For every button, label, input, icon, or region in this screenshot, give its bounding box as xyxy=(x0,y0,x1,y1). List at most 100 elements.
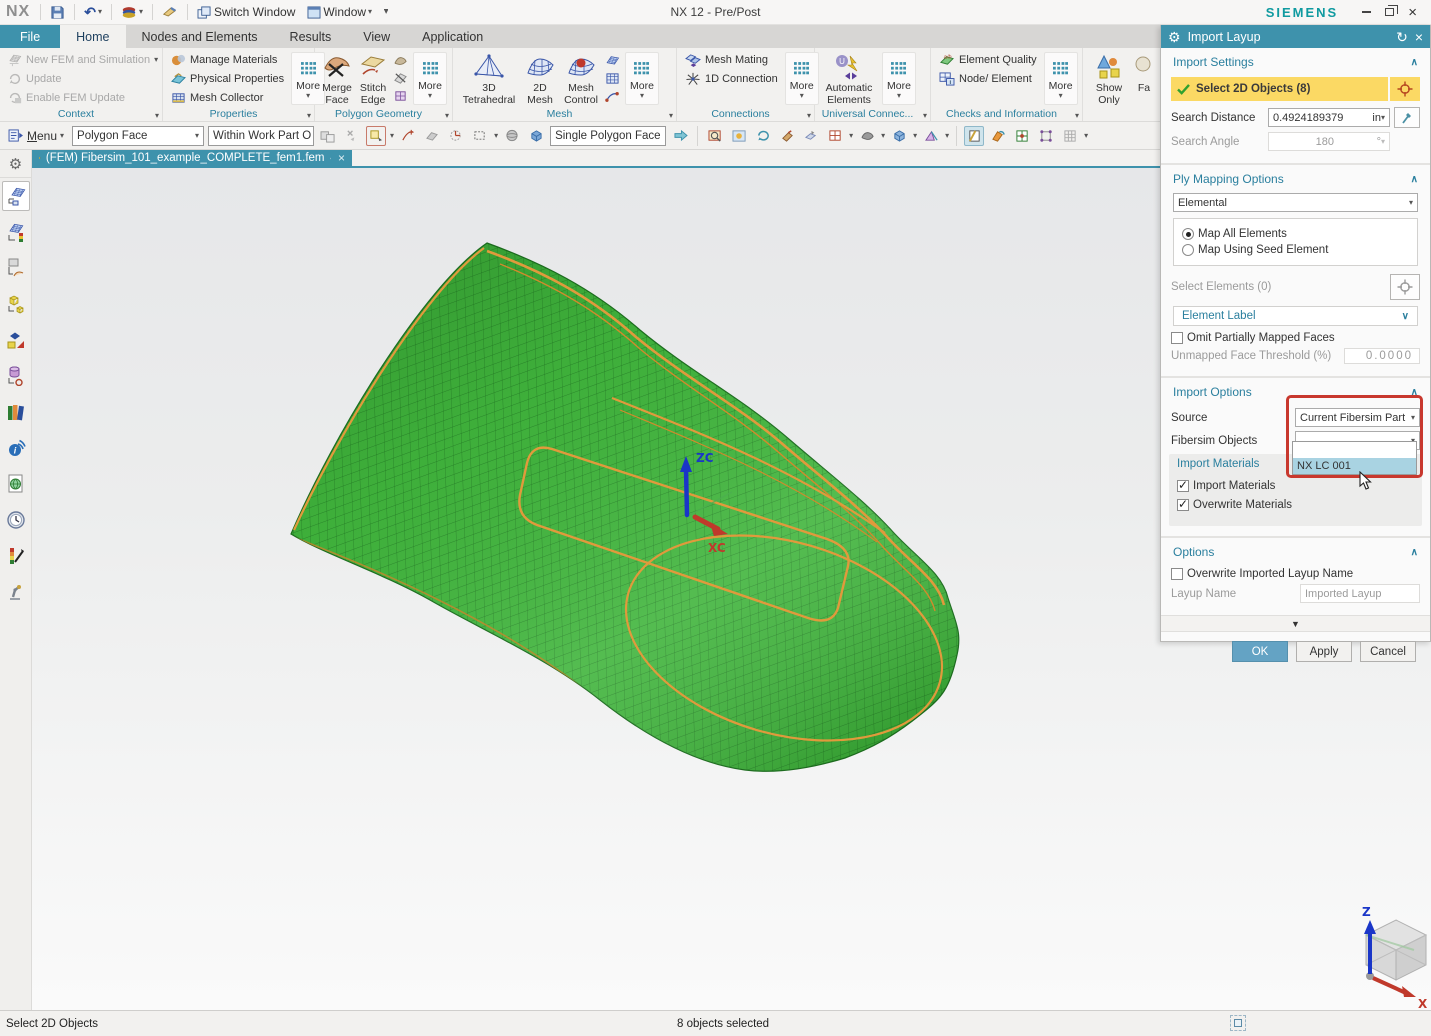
chevron-down-icon[interactable]: ▾ xyxy=(1084,131,1088,140)
close-icon[interactable]: × xyxy=(1415,30,1423,44)
new-fem-simulation-button[interactable]: New FEM and Simulation ▾ xyxy=(5,50,159,69)
window-menu-button[interactable]: Window ▾ xyxy=(304,2,375,22)
source-combo[interactable]: Current Fibersim Part ▾ xyxy=(1295,408,1420,427)
sidebar-item-fem-navigator[interactable] xyxy=(2,253,30,283)
collapse-chevron-icon[interactable]: ∧ xyxy=(1411,547,1418,558)
omit-faces-row[interactable]: Omit Partially Mapped Faces xyxy=(1171,332,1420,344)
import-materials-row[interactable]: Import Materials xyxy=(1177,478,1414,492)
polygon-cleanup-button[interactable] xyxy=(393,70,408,87)
view-orientation-button[interactable] xyxy=(889,126,909,146)
sidebar-item-visual-reports[interactable] xyxy=(2,541,30,571)
save-button[interactable] xyxy=(47,2,68,22)
group-dialog-launcher[interactable]: ▾ xyxy=(1075,111,1079,120)
mesh-mating-button[interactable]: Mesh Mating xyxy=(682,50,781,69)
dialog-header[interactable]: ⚙ Import Layup ↻ × xyxy=(1161,25,1430,48)
tab-results[interactable]: Results xyxy=(274,25,348,48)
node-element-info-button[interactable]: i Node/ Element xyxy=(936,69,1040,88)
overwrite-materials-row[interactable]: Overwrite Materials xyxy=(1177,497,1414,511)
element-label-expander[interactable]: Element Label ∨ xyxy=(1173,306,1418,326)
close-tab-icon[interactable]: × xyxy=(338,151,345,165)
element-display-button[interactable] xyxy=(1060,126,1080,146)
sidebar-item-touch-explorer[interactable]: i xyxy=(2,433,30,463)
manage-materials-button[interactable]: Manage Materials xyxy=(168,50,287,69)
overwrite-layup-name-row[interactable]: Overwrite Imported Layup Name xyxy=(1171,568,1420,580)
measure-distance-button[interactable] xyxy=(1394,107,1420,128)
close-button[interactable]: × xyxy=(1408,5,1417,20)
2d-mesh-button[interactable]: 2D Mesh xyxy=(522,50,558,107)
edit-icon[interactable] xyxy=(329,153,331,164)
search-distance-combo[interactable]: 0.4924189379 in ▾ xyxy=(1268,108,1390,127)
physical-properties-button[interactable]: Physical Properties xyxy=(168,69,287,88)
dependent-mesh-button[interactable] xyxy=(605,70,620,87)
section-header[interactable]: Import Settings ∧ xyxy=(1171,52,1420,74)
select-2d-objects-button[interactable]: Select 2D Objects (8) xyxy=(1171,77,1388,101)
sidebar-item-post-processing-navigator[interactable] xyxy=(2,217,30,247)
edit-section-button[interactable] xyxy=(921,126,941,146)
collapse-chevron-icon[interactable]: ∧ xyxy=(1411,174,1418,185)
merge-face-button[interactable]: Merge Face xyxy=(320,50,354,107)
dialog-expander[interactable]: ▼ xyxy=(1161,616,1430,632)
polygon-geometry-more-button[interactable]: More ▾ xyxy=(413,52,447,105)
tab-application[interactable]: Application xyxy=(406,25,499,48)
section-header[interactable]: Import Options ∧ xyxy=(1171,382,1420,404)
radio-row[interactable]: Map Using Seed Element xyxy=(1182,244,1409,256)
customize-qat-button[interactable]: ▾ xyxy=(381,2,391,22)
rendering-style-button[interactable] xyxy=(857,126,877,146)
tab-view[interactable]: View xyxy=(347,25,406,48)
group-dialog-launcher[interactable]: ▾ xyxy=(807,111,811,120)
minimize-button[interactable] xyxy=(1362,11,1372,13)
dropdown-item-blank[interactable] xyxy=(1293,442,1416,458)
reset-icon[interactable]: ↻ xyxy=(1396,30,1408,44)
resource-bar-options-button[interactable]: ⚙ xyxy=(0,150,31,178)
edit-object-display-button[interactable] xyxy=(988,126,1008,146)
polygon-decimate-button[interactable] xyxy=(393,88,408,105)
rectangle-select-button[interactable] xyxy=(470,126,490,146)
collapse-chevron-icon[interactable]: ∧ xyxy=(1411,387,1418,398)
selection-scope-combo[interactable]: Within Work Part O ▾ xyxy=(208,125,315,146)
mesh-more-button[interactable]: More ▾ xyxy=(625,52,659,105)
fit-view-button[interactable] xyxy=(729,126,749,146)
restore-button[interactable] xyxy=(1385,5,1399,16)
element-quality-button[interactable]: a/b Element Quality xyxy=(936,50,1040,69)
dropdown-item-nx-lc-001[interactable]: NX LC 001 xyxy=(1293,458,1416,474)
enable-fem-update-button[interactable]: Enable FEM Update xyxy=(5,88,159,107)
select-all-button[interactable] xyxy=(318,126,338,146)
sidebar-item-simulation-data-navigator[interactable] xyxy=(2,361,30,391)
group-dialog-launcher[interactable]: ▾ xyxy=(669,111,673,120)
sidebar-item-history[interactable] xyxy=(2,505,30,535)
ok-button[interactable]: OK xyxy=(1232,641,1288,662)
chevron-down-icon[interactable]: ▾ xyxy=(945,131,949,140)
connections-more-button[interactable]: More ▾ xyxy=(784,52,819,105)
3d-tetrahedral-button[interactable]: 3D Tetrahedral xyxy=(458,50,520,107)
group-dialog-launcher[interactable]: ▾ xyxy=(445,111,449,120)
show-only-button[interactable]: Show Only xyxy=(1088,50,1130,107)
element-picker-button[interactable] xyxy=(1390,274,1420,300)
wcs-dynamics-button[interactable] xyxy=(446,126,466,146)
1d-connection-button[interactable]: 1D Connection xyxy=(682,69,781,88)
node-display-button[interactable] xyxy=(1036,126,1056,146)
group-dialog-launcher[interactable]: ▾ xyxy=(923,111,927,120)
collapse-chevron-icon[interactable]: ∧ xyxy=(1411,57,1418,68)
touch-mode-button[interactable] xyxy=(159,2,181,22)
mapping-mode-combo[interactable]: Elemental ▾ xyxy=(1173,193,1418,212)
object-picker-button[interactable] xyxy=(1390,77,1420,101)
sheet-mesh-button[interactable] xyxy=(605,52,620,69)
sidebar-item-reuse-library[interactable] xyxy=(2,397,30,427)
composite-part-mesh[interactable] xyxy=(290,242,966,775)
apply-filter-button[interactable] xyxy=(670,126,690,146)
chevron-down-icon[interactable]: ▾ xyxy=(849,131,853,140)
stitch-edge-button[interactable]: Stitch Edge xyxy=(356,50,390,107)
section-header[interactable]: Ply Mapping Options ∧ xyxy=(1171,169,1420,191)
omit-faces-checkbox[interactable] xyxy=(1171,332,1183,344)
automatic-elements-button[interactable]: U Automatic Elements xyxy=(820,50,878,107)
group-dialog-launcher[interactable]: ▾ xyxy=(155,111,159,120)
group-dialog-launcher[interactable]: ▾ xyxy=(307,111,311,120)
tab-file[interactable]: File xyxy=(0,25,61,48)
chevron-down-icon[interactable]: ▾ xyxy=(881,131,885,140)
polygon-repair-button[interactable] xyxy=(393,52,408,69)
checks-more-button[interactable]: More ▾ xyxy=(1043,52,1078,105)
map-seed-element-radio[interactable] xyxy=(1182,244,1194,256)
type-filter-combo[interactable]: Polygon Face ▾ xyxy=(72,125,205,146)
radio-row[interactable]: Map All Elements xyxy=(1182,228,1409,240)
cancel-button[interactable]: Cancel xyxy=(1360,641,1416,662)
